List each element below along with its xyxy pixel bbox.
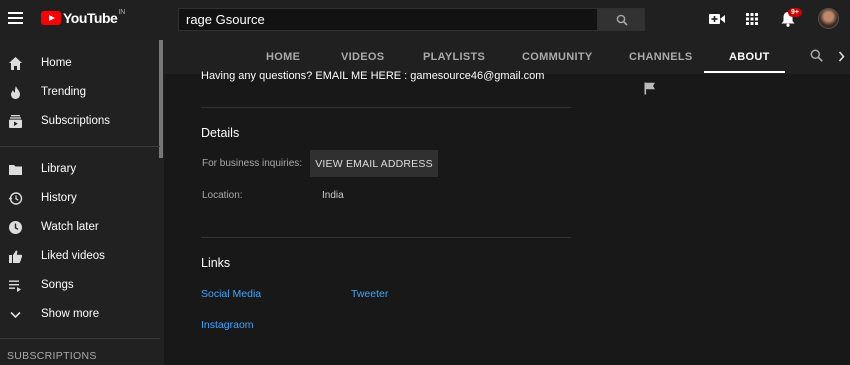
logo-region: IN — [118, 8, 126, 16]
tab-videos[interactable]: VIDEOS — [341, 51, 384, 63]
sidebar-item-label: Liked videos — [41, 250, 105, 262]
chevron-right-icon[interactable] — [838, 51, 845, 62]
business-inquiries-label: For business inquiries: — [202, 158, 303, 169]
notification-badge: 9+ — [788, 8, 802, 17]
sidebar-item-songs[interactable]: Songs — [0, 271, 160, 300]
view-email-button[interactable]: VIEW EMAIL ADDRESS — [310, 150, 438, 177]
sidebar-item-library[interactable]: Library — [0, 155, 160, 184]
youtube-logo[interactable]: YouTube IN — [41, 8, 126, 26]
history-icon — [8, 192, 23, 205]
play-logo-icon — [41, 11, 61, 25]
link-social-media[interactable]: Social Media — [201, 288, 261, 300]
create-video-icon[interactable] — [709, 13, 725, 25]
subscriptions-heading: SUBSCRIPTIONS — [7, 350, 97, 362]
location-value: India — [322, 190, 344, 201]
sidebar-item-home[interactable]: Home — [0, 49, 160, 78]
menu-icon[interactable] — [8, 12, 23, 24]
tab-community[interactable]: COMMUNITY — [522, 51, 593, 63]
logo-text: YouTube — [63, 10, 118, 26]
search-icon[interactable] — [810, 49, 823, 62]
section-divider — [201, 237, 571, 238]
sidebar-divider — [0, 146, 160, 147]
search-icon — [616, 14, 628, 26]
tab-channels[interactable]: CHANNELS — [629, 51, 693, 63]
home-icon — [9, 57, 22, 70]
channel-description: Having any questions? EMAIL ME HERE : ga… — [201, 70, 545, 82]
links-heading: Links — [201, 256, 231, 270]
link-tweeter[interactable]: Tweeter — [351, 288, 388, 300]
sidebar-item-label: Show more — [41, 308, 100, 320]
location-label: Location: — [202, 190, 243, 201]
avatar[interactable] — [818, 8, 839, 29]
folder-icon — [9, 165, 22, 175]
sidebar-item-watch-later[interactable]: Watch later — [0, 213, 160, 242]
section-divider — [201, 107, 571, 108]
sidebar-item-label: Home — [41, 57, 72, 69]
sidebar-item-show-more[interactable]: Show more — [0, 300, 160, 329]
sidebar-item-label: Library — [41, 163, 77, 175]
search-button[interactable] — [598, 8, 645, 31]
sidebar-divider — [0, 338, 160, 339]
subscriptions-icon — [9, 115, 22, 128]
sidebar-item-history[interactable]: History — [0, 184, 160, 213]
search-input-value: rage Gsource — [186, 12, 265, 27]
sidebar-item-trending[interactable]: Trending — [0, 78, 160, 107]
sidebar-item-subscriptions[interactable]: Subscriptions — [0, 107, 160, 136]
link-instagram[interactable]: Instagraom — [201, 319, 254, 331]
chevron-down-icon — [10, 311, 21, 319]
flame-icon — [11, 86, 20, 99]
sidebar-item-label: History — [41, 192, 77, 204]
sidebar-item-label: Songs — [41, 279, 74, 291]
sidebar-item-label: Trending — [41, 86, 86, 98]
playlist-icon — [9, 280, 21, 292]
about-content — [164, 74, 850, 365]
sidebar-item-liked-videos[interactable]: Liked videos — [0, 242, 160, 271]
active-tab-indicator — [704, 71, 785, 73]
tab-playlists[interactable]: PLAYLISTS — [423, 51, 485, 63]
sidebar-item-label: Watch later — [41, 221, 99, 233]
tab-home[interactable]: HOME — [266, 51, 300, 63]
flag-icon[interactable] — [644, 82, 656, 95]
apps-grid-icon[interactable] — [746, 13, 758, 25]
details-heading: Details — [201, 126, 240, 140]
sidebar-item-label: Subscriptions — [41, 115, 111, 127]
clock-icon — [9, 221, 22, 234]
tab-about[interactable]: ABOUT — [729, 51, 770, 63]
thumbs-up-icon — [9, 250, 23, 263]
search-input[interactable]: rage Gsource — [178, 8, 598, 31]
